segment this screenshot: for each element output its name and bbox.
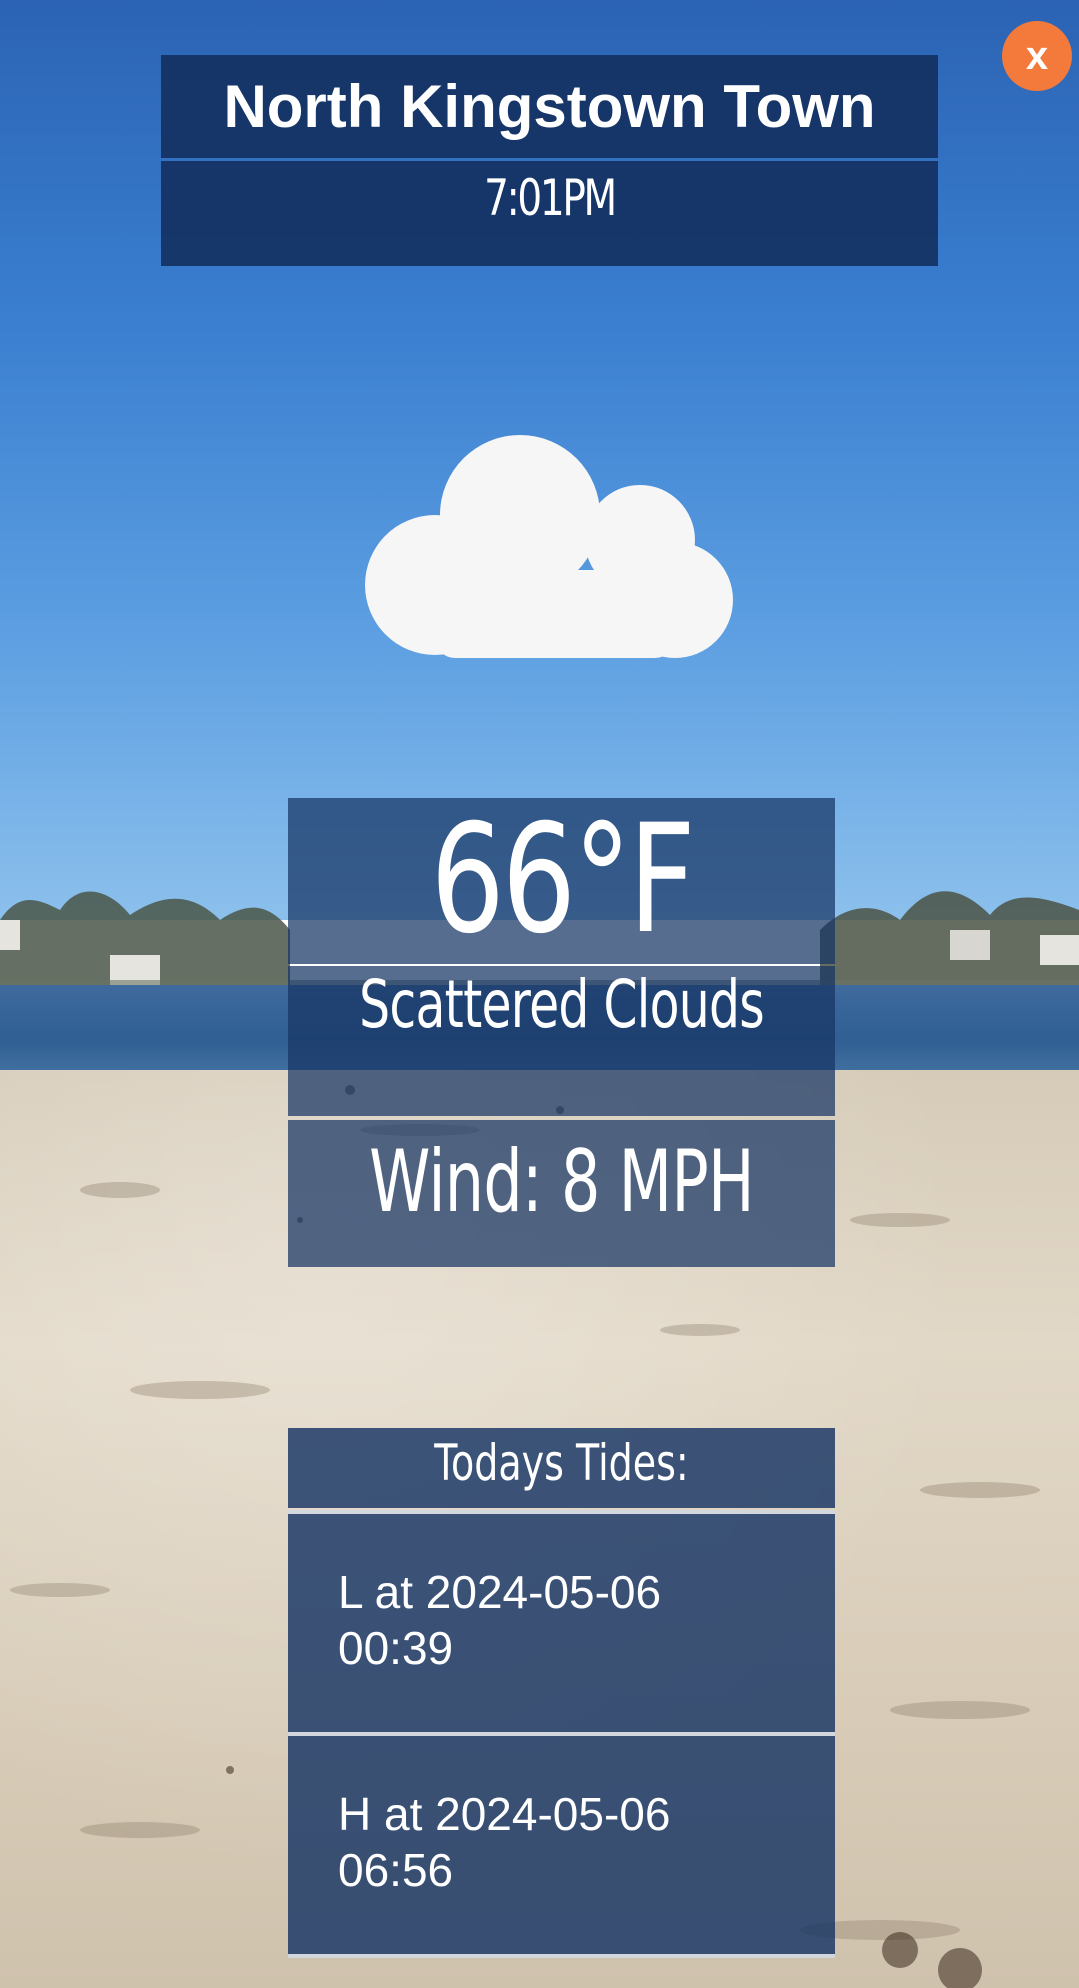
close-button[interactable]: x (1002, 21, 1072, 91)
location-title-box: North Kingstown Town Beach (161, 55, 938, 158)
tides-header-box: Todays Tides: (288, 1428, 835, 1508)
tide-time-line: 06:56 (338, 1844, 454, 1896)
temperature-box: 66°F (288, 798, 835, 964)
tide-item: L at 2024-05-06 00:39 (288, 1514, 835, 1732)
cloud-icon (365, 435, 733, 658)
current-time: 7:01PM (484, 169, 617, 227)
weather-condition: Scattered Clouds (359, 966, 765, 1043)
time-box: 7:01PM (161, 161, 938, 266)
wind-speed: Wind: 8 MPH (369, 1132, 754, 1232)
tide-time-line: 00:39 (338, 1622, 454, 1674)
tide-time-line: L at 2024-05-06 (338, 1566, 662, 1618)
wind-box: Wind: 8 MPH (288, 1120, 835, 1267)
tides-header: Todays Tides: (434, 1434, 689, 1492)
location-title: North Kingstown Town Beach (223, 73, 876, 158)
divider (288, 1954, 835, 1958)
temperature: 66°F (430, 793, 695, 967)
tide-time-line: H at 2024-05-06 (338, 1788, 671, 1840)
tide-item: H at 2024-05-06 06:56 (288, 1736, 835, 1954)
condition-box: Scattered Clouds (288, 966, 835, 1116)
